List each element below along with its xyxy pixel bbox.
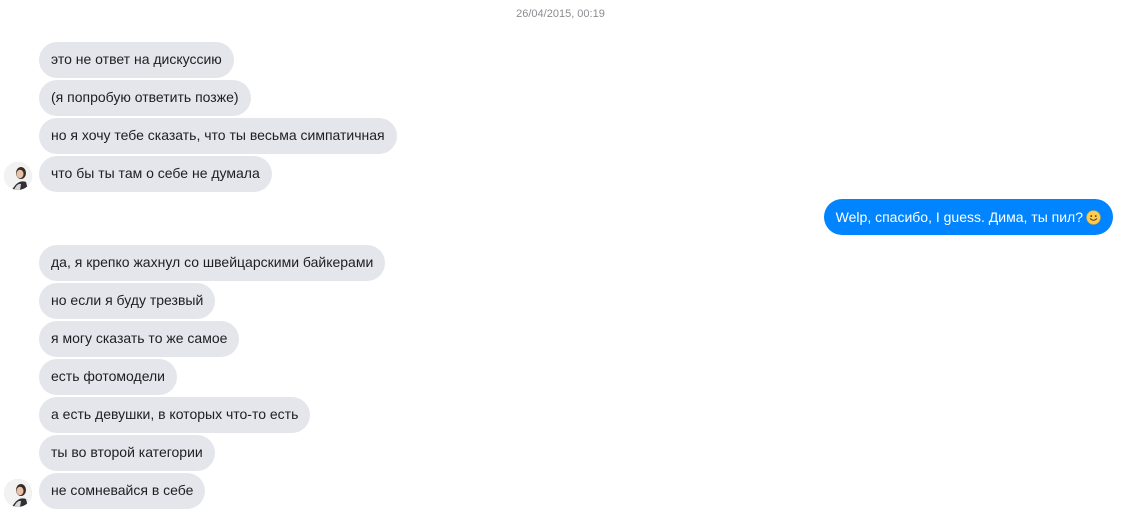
outgoing-message-bubble[interactable]: Welp, спасибо, I guess. Дима, ты пил? (823, 199, 1113, 235)
incoming-message-bubble[interactable]: (я попробую ответить позже) (39, 80, 251, 116)
contact-photo-icon (4, 162, 32, 190)
incoming-message-bubble[interactable]: я могу сказать то же самое (39, 321, 240, 357)
contact-avatar[interactable] (4, 162, 32, 190)
outgoing-message-text: Welp, спасибо, I guess. Дима, ты пил? (835, 209, 1083, 225)
thread-timestamp: 26/04/2015, 00:19 (516, 8, 605, 20)
incoming-message-bubble[interactable]: а есть девушки, в которых что-то есть (39, 397, 311, 433)
incoming-message-bubble[interactable]: но я хочу тебе сказать, что ты весьма си… (39, 118, 397, 154)
incoming-message-group: да, я крепко жахнул со швейцарскими байк… (39, 245, 386, 511)
incoming-message-group: это не ответ на дискуссию (я попробую от… (39, 42, 397, 194)
incoming-message-bubble[interactable]: ты во второй категории (39, 435, 215, 471)
incoming-message-bubble[interactable]: есть фотомодели (39, 359, 178, 395)
incoming-message-bubble[interactable]: это не ответ на дискуссию (39, 42, 234, 78)
incoming-message-bubble[interactable]: что бы ты там о себе не думала (39, 156, 272, 192)
incoming-message-bubble[interactable]: да, я крепко жахнул со швейцарскими байк… (39, 245, 386, 281)
incoming-message-bubble[interactable]: но если я буду трезвый (39, 283, 216, 319)
smiley-emoji-icon (1086, 210, 1101, 225)
incoming-message-bubble[interactable]: не сомневайся в себе (39, 473, 206, 509)
contact-avatar[interactable] (4, 479, 32, 507)
contact-photo-icon (4, 479, 32, 507)
